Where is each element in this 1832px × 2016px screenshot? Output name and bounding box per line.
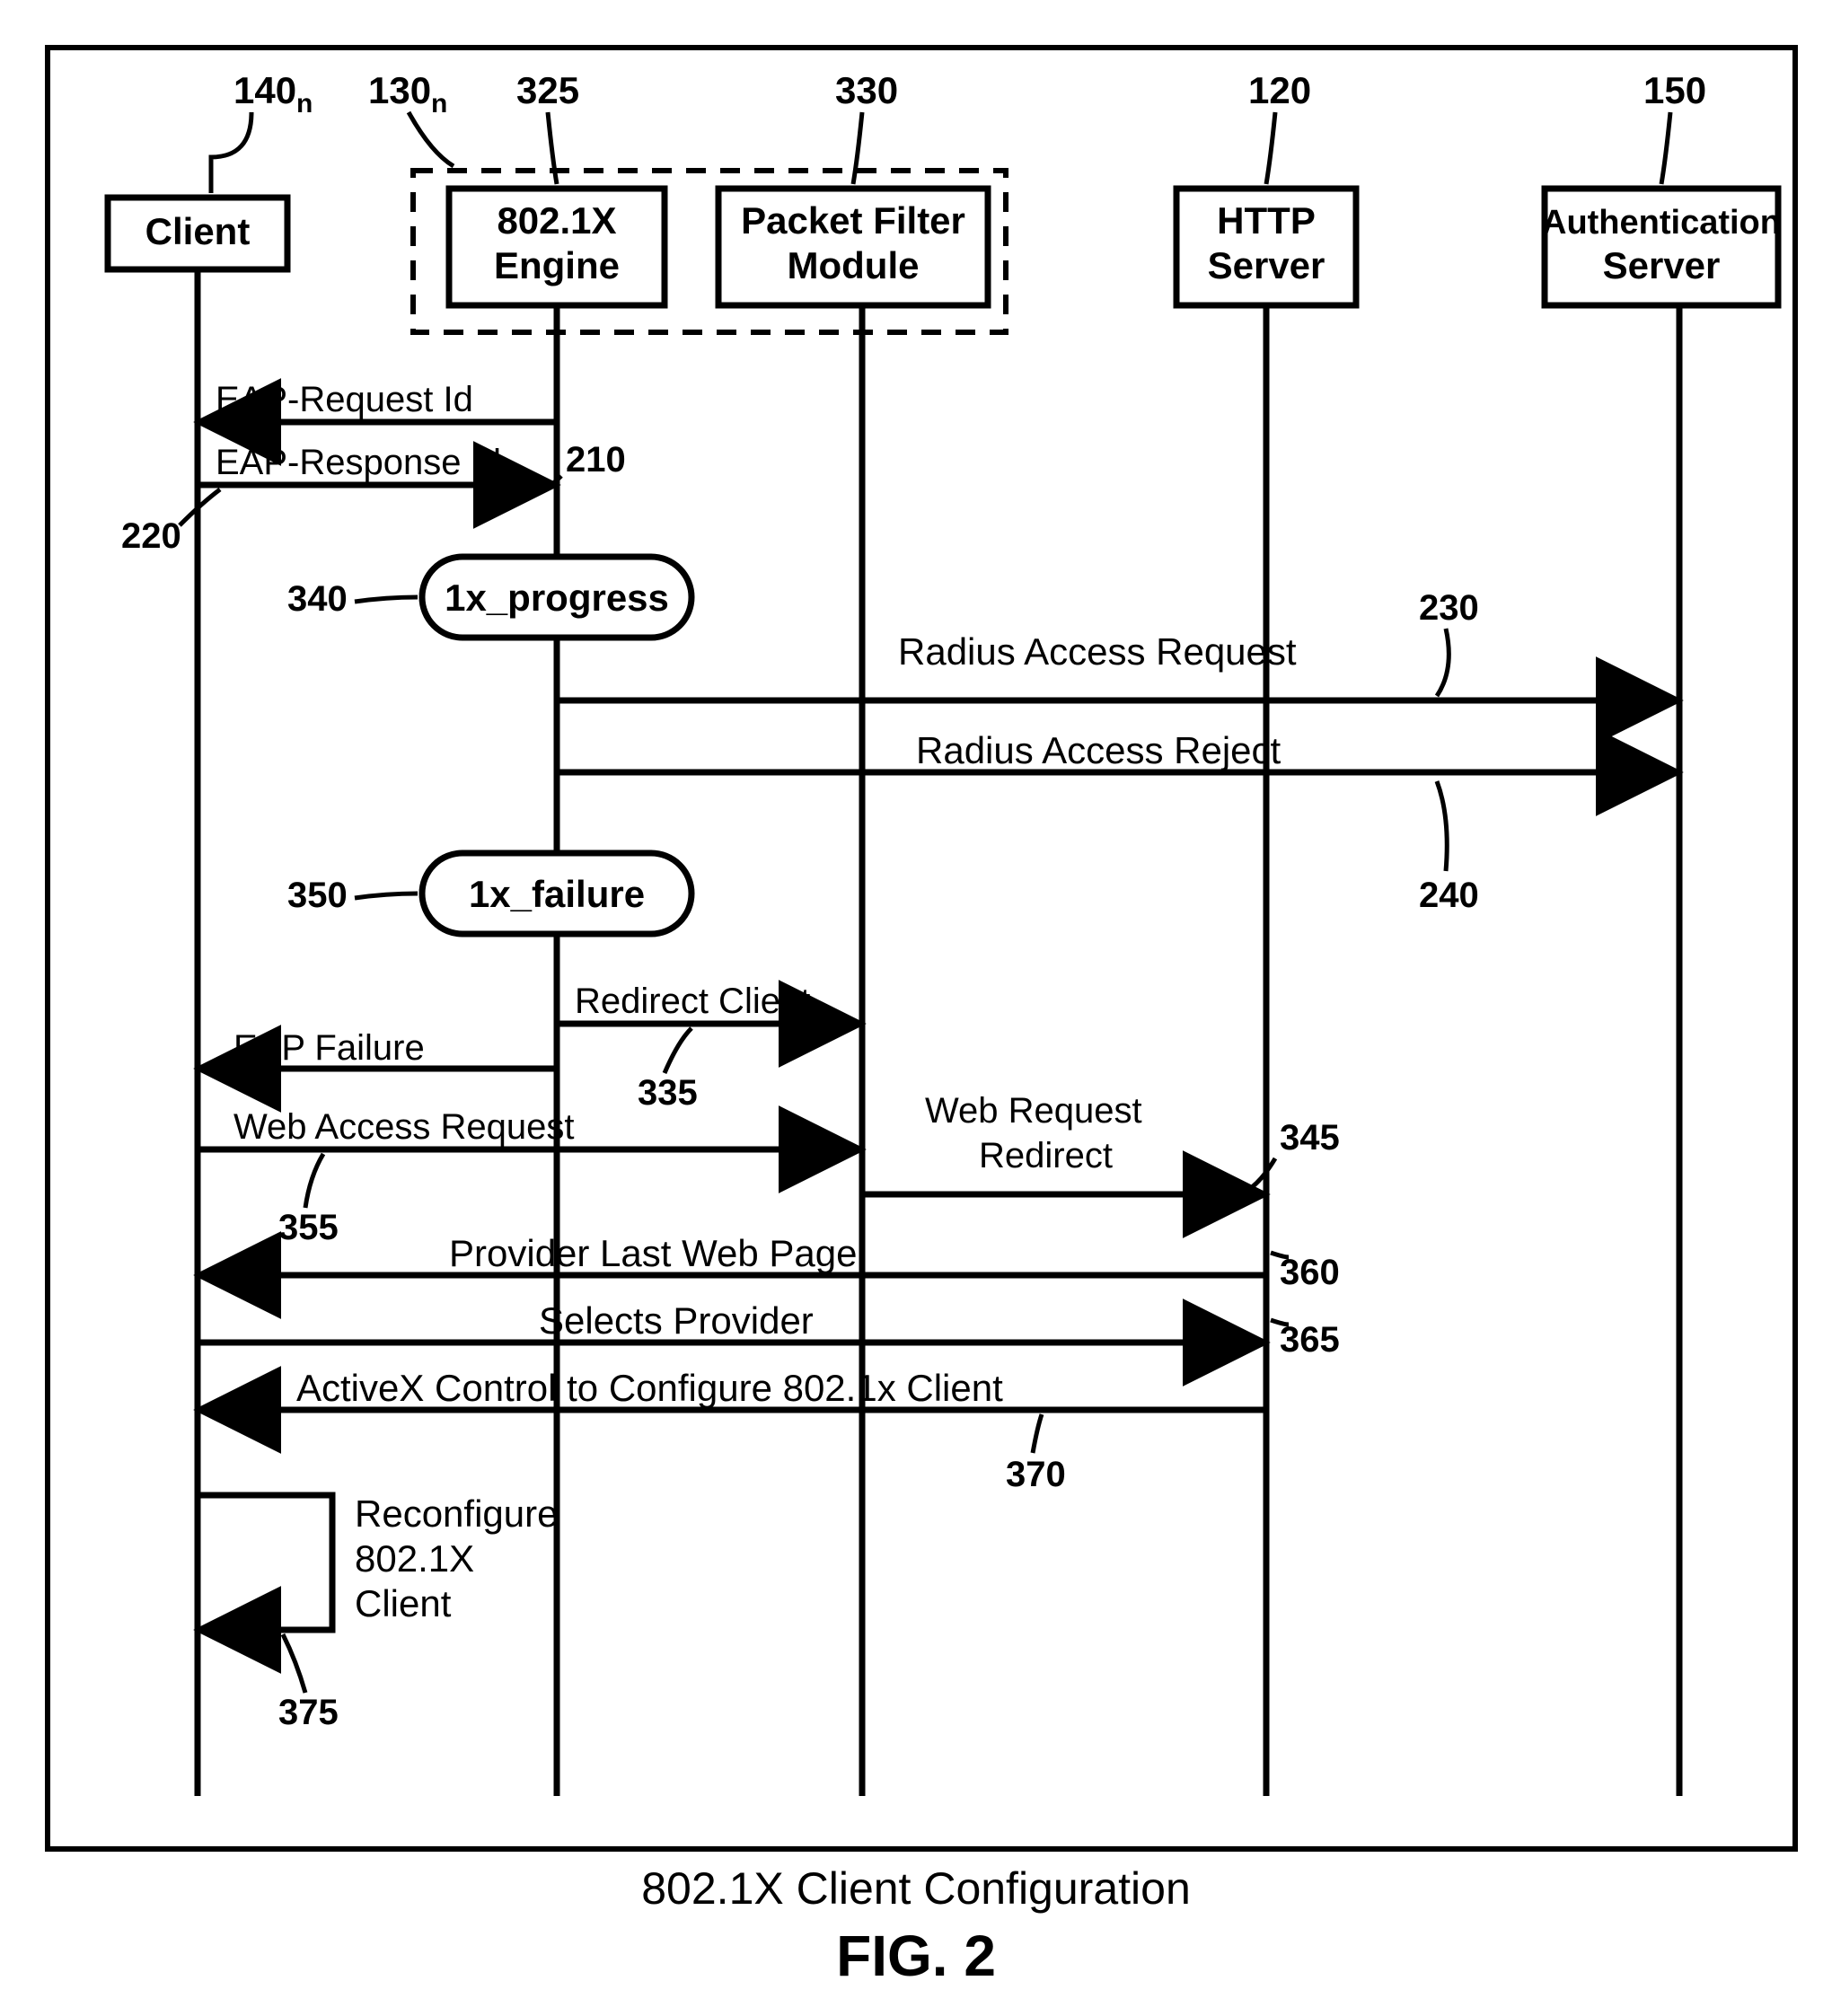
msg-redirect-client-label: Redirect Client: [575, 982, 810, 1021]
ref-150: 150: [1643, 69, 1706, 111]
state-1x-failure-label: 1x_failure: [469, 873, 645, 915]
ref-120: 120: [1248, 69, 1311, 111]
ref-360: 360: [1280, 1253, 1340, 1292]
svg-text:Module: Module: [788, 244, 920, 286]
msg-provider-last-label: Provider Last Web Page: [449, 1232, 857, 1274]
self-reconfigure-box: [198, 1495, 332, 1630]
msg-radius-req-label: Radius Access Request: [898, 630, 1297, 673]
participant-http: HTTP Server: [1176, 189, 1356, 305]
ref-335: 335: [638, 1073, 698, 1113]
ref-140n: 140: [233, 69, 296, 111]
svg-text:Client: Client: [355, 1582, 452, 1624]
msg-radius-rej-label: Radius Access Reject: [916, 729, 1282, 771]
ref-340: 340: [287, 579, 348, 619]
svg-text:Server: Server: [1603, 244, 1721, 286]
figure-number: FIG. 2: [836, 1924, 996, 1988]
svg-text:802.1X: 802.1X: [355, 1537, 474, 1580]
svg-text:802.1X: 802.1X: [497, 199, 616, 242]
ref-365: 365: [1280, 1320, 1340, 1360]
msg-activex-label: ActiveX Control to Configure 802.1x Clie…: [296, 1367, 1003, 1409]
svg-text:HTTP: HTTP: [1217, 199, 1316, 242]
msg-eap-request-label: EAP-Request Id: [216, 380, 473, 419]
svg-text:Redirect: Redirect: [979, 1136, 1113, 1175]
diagram-caption: 802.1X Client Configuration: [641, 1863, 1191, 1914]
svg-text:Packet Filter: Packet Filter: [741, 199, 965, 242]
svg-text:n: n: [296, 89, 313, 119]
participant-filter: Packet Filter Module: [718, 189, 988, 305]
svg-text:Reconfigure: Reconfigure: [355, 1492, 558, 1535]
msg-eap-failure-label: EAP Failure: [233, 1028, 425, 1068]
participant-auth: Authentication Server: [1542, 189, 1781, 305]
ref-355: 355: [278, 1208, 339, 1247]
svg-text:Server: Server: [1208, 244, 1326, 286]
state-1x-progress-label: 1x_progress: [445, 577, 669, 619]
participant-engine: 802.1X Engine: [449, 189, 665, 305]
ref-210: 210: [566, 440, 626, 480]
svg-text:n: n: [431, 89, 447, 119]
msg-selects-provider-label: Selects Provider: [539, 1299, 814, 1342]
client-box-label: Client: [145, 210, 251, 252]
ref-375: 375: [278, 1693, 339, 1732]
participant-client: Client: [108, 198, 287, 269]
ref-330: 330: [835, 69, 898, 111]
svg-text:Engine: Engine: [494, 244, 620, 286]
ref-240: 240: [1419, 876, 1479, 915]
ref-370: 370: [1006, 1455, 1066, 1494]
msg-eap-response-label: EAP-Response Id: [216, 443, 501, 482]
ref-220: 220: [121, 516, 181, 556]
svg-text:Authentication: Authentication: [1542, 204, 1781, 242]
ref-345: 345: [1280, 1118, 1340, 1158]
ref-230: 230: [1419, 588, 1479, 628]
svg-text:Web Request: Web Request: [925, 1091, 1142, 1131]
ref-350: 350: [287, 876, 348, 915]
msg-web-access-label: Web Access Request: [233, 1107, 574, 1147]
ref-130n: 130: [368, 69, 431, 111]
ref-325: 325: [516, 69, 579, 111]
